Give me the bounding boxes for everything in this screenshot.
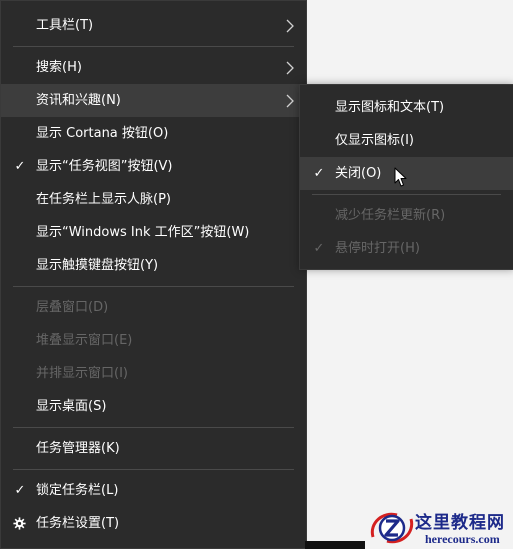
chevron-right-icon — [285, 84, 295, 117]
desktop-scene: 工具栏(T) 搜索(H) 资讯和兴趣(N) 显示 Cortana 按钮(O) ✓… — [0, 0, 513, 549]
menu-item-label: 在任务栏上显示人脉(P) — [36, 192, 171, 207]
checkmark-icon: ✓ — [313, 241, 325, 256]
menu-item-search[interactable]: 搜索(H) — [1, 51, 306, 84]
submenu-item-show-icon-only[interactable]: 仅显示图标(I) — [300, 124, 513, 157]
menu-item-label: 显示“Windows Ink 工作区”按钮(W) — [36, 225, 250, 240]
menu-item-label: 任务栏设置(T) — [36, 516, 120, 531]
chevron-right-icon — [285, 9, 295, 42]
news-and-interests-submenu: 显示图标和文本(T) 仅显示图标(I) ✓ 关闭(O) 减少任务栏更新(R) ✓… — [299, 84, 513, 270]
menu-item-side-by-side-windows[interactable]: 并排显示窗口(I) — [1, 357, 306, 390]
menu-item-label: 锁定任务栏(L) — [36, 483, 119, 498]
menu-separator — [13, 286, 294, 287]
menu-item-label: 显示图标和文本(T) — [335, 100, 445, 115]
menu-item-show-task-view-button[interactable]: ✓ 显示“任务视图”按钮(V) — [1, 150, 306, 183]
menu-item-label: 仅显示图标(I) — [335, 133, 414, 148]
menu-separator — [13, 469, 294, 470]
menu-item-toolbars[interactable]: 工具栏(T) — [1, 9, 306, 42]
menu-item-label: 悬停时打开(H) — [335, 241, 420, 256]
menu-item-lock-taskbar[interactable]: ✓ 锁定任务栏(L) — [1, 474, 306, 507]
menu-separator — [13, 427, 294, 428]
menu-item-label: 任务管理器(K) — [36, 441, 120, 456]
submenu-item-show-icon-and-text[interactable]: 显示图标和文本(T) — [300, 91, 513, 124]
watermark-title: 这里教程网 — [415, 513, 505, 533]
taskbar-context-menu: 工具栏(T) 搜索(H) 资讯和兴趣(N) 显示 Cortana 按钮(O) ✓… — [0, 0, 307, 549]
watermark-url: herecours.com — [425, 532, 500, 546]
desktop-background — [307, 0, 513, 549]
menu-item-show-windows-ink-button[interactable]: 显示“Windows Ink 工作区”按钮(W) — [1, 216, 306, 249]
menu-separator — [13, 46, 294, 47]
menu-item-label: 搜索(H) — [36, 60, 82, 75]
submenu-item-reduce-taskbar-updates[interactable]: 减少任务栏更新(R) — [300, 199, 513, 232]
menu-item-show-desktop[interactable]: 显示桌面(S) — [1, 390, 306, 423]
menu-item-label: 堆叠显示窗口(E) — [36, 333, 133, 348]
submenu-item-turn-off[interactable]: ✓ 关闭(O) — [300, 157, 513, 190]
menu-item-show-people[interactable]: 在任务栏上显示人脉(P) — [1, 183, 306, 216]
menu-item-label: 并排显示窗口(I) — [36, 366, 128, 381]
menu-item-label: 资讯和兴趣(N) — [36, 93, 121, 108]
menu-item-label: 层叠窗口(D) — [36, 300, 109, 315]
menu-item-label: 显示 Cortana 按钮(O) — [36, 126, 169, 141]
menu-item-label: 显示“任务视图”按钮(V) — [36, 159, 173, 174]
checkmark-icon: ✓ — [14, 159, 26, 174]
watermark: 这里教程网 herecours.com — [367, 507, 513, 549]
menu-item-label: 工具栏(T) — [36, 18, 94, 33]
menu-item-show-cortana-button[interactable]: 显示 Cortana 按钮(O) — [1, 117, 306, 150]
menu-item-label: 关闭(O) — [335, 166, 382, 181]
menu-item-label: 减少任务栏更新(R) — [335, 208, 446, 223]
watermark-logo — [370, 512, 414, 544]
menu-item-news-and-interests[interactable]: 资讯和兴趣(N) — [1, 84, 306, 117]
checkmark-icon: ✓ — [313, 166, 325, 181]
gear-icon — [11, 507, 27, 540]
submenu-item-open-on-hover[interactable]: ✓ 悬停时打开(H) — [300, 232, 513, 265]
menu-item-show-touch-keyboard-button[interactable]: 显示触摸键盘按钮(Y) — [1, 249, 306, 282]
menu-item-taskbar-settings[interactable]: 任务栏设置(T) — [1, 507, 306, 540]
chevron-right-icon — [285, 51, 295, 84]
taskbar-edge — [305, 541, 365, 549]
menu-item-task-manager[interactable]: 任务管理器(K) — [1, 432, 306, 465]
menu-item-cascade-windows[interactable]: 层叠窗口(D) — [1, 291, 306, 324]
menu-item-label: 显示触摸键盘按钮(Y) — [36, 258, 159, 273]
menu-item-label: 显示桌面(S) — [36, 399, 107, 414]
checkmark-icon: ✓ — [14, 483, 26, 498]
menu-separator — [312, 194, 501, 195]
menu-item-stack-windows[interactable]: 堆叠显示窗口(E) — [1, 324, 306, 357]
